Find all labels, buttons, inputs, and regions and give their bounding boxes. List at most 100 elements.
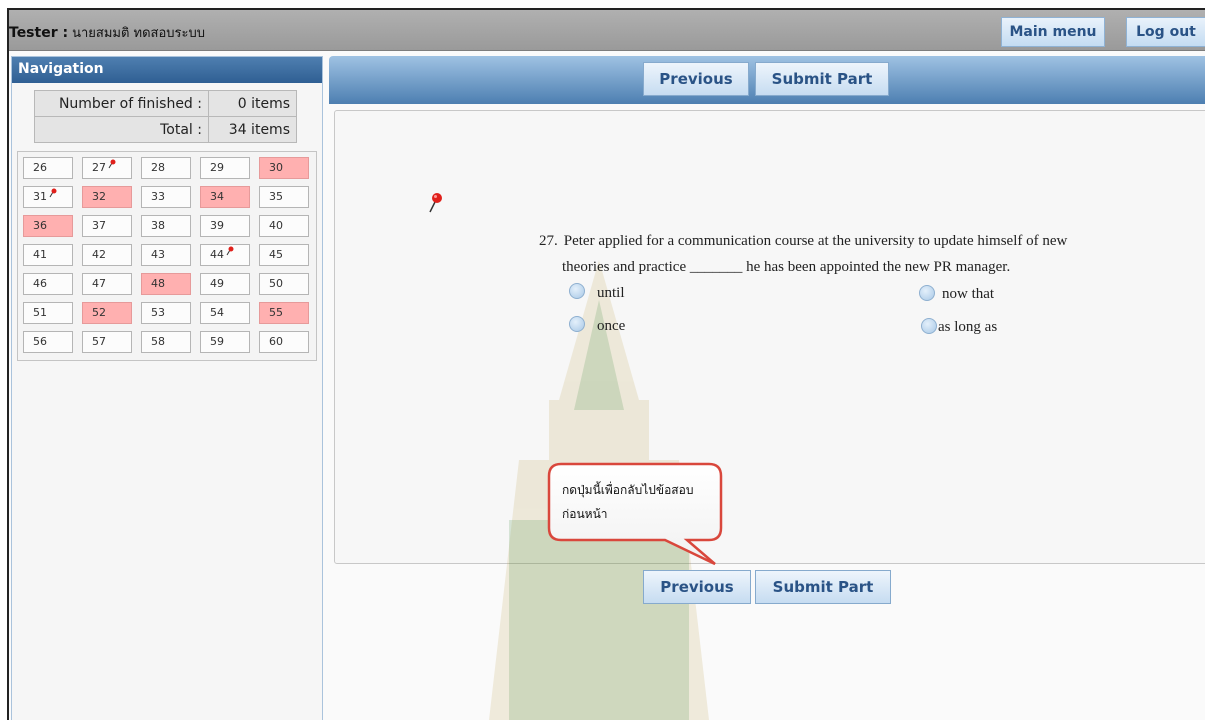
question-cell-52[interactable]: 52 [82,302,132,324]
question-cell-60[interactable]: 60 [259,331,309,353]
progress-summary: Number of finished : 0 items Total : 34 … [34,90,297,143]
question-cell-number: 41 [33,248,47,261]
question-cell-54[interactable]: 54 [200,302,250,324]
main-menu-button[interactable]: Main menu [1001,17,1105,47]
tester-label: Tester : [9,25,69,41]
question-cell-28[interactable]: 28 [141,157,191,179]
finished-value: 0 items [208,90,297,117]
question-line-2: theories and practice _______ he has bee… [562,259,1011,275]
question-cell-number: 43 [151,248,165,261]
question-cell-48[interactable]: 48 [141,273,191,295]
question-cell-number: 46 [33,277,47,290]
exam-window: Tester : นายสมมติ ทดสอบระบบ Main menu Log… [7,8,1205,720]
question-cell-number: 57 [92,335,106,348]
question-cell-57[interactable]: 57 [82,331,132,353]
question-cell-number: 26 [33,161,47,174]
question-cell-53[interactable]: 53 [141,302,191,324]
question-cell-49[interactable]: 49 [200,273,250,295]
question-cell-number: 31 [33,190,47,203]
question-cell-number: 27 [92,161,106,174]
tester-info: Tester : นายสมมติ ทดสอบระบบ [9,22,205,43]
question-cell-45[interactable]: 45 [259,244,309,266]
option-d-label: as long as [938,319,998,335]
question-cell-number: 52 [92,306,106,319]
log-out-button[interactable]: Log out [1126,17,1205,47]
question-cell-34[interactable]: 34 [200,186,250,208]
question-cell-number: 60 [269,335,283,348]
flag-pin-icon [226,246,234,256]
tester-name: นายสมมติ ทดสอบระบบ [72,26,206,41]
question-cell-number: 59 [210,335,224,348]
navigation-title: Navigation [12,57,322,83]
question-cell-27[interactable]: 27 [82,157,132,179]
submit-part-button-bottom[interactable]: Submit Part [755,570,891,604]
question-cell-38[interactable]: 38 [141,215,191,237]
question-cell-29[interactable]: 29 [200,157,250,179]
flag-pin-icon[interactable] [427,192,447,216]
question-cell-46[interactable]: 46 [23,273,73,295]
question-cell-39[interactable]: 39 [200,215,250,237]
question-cell-number: 32 [92,190,106,203]
question-cell-44[interactable]: 44 [200,244,250,266]
option-a-radio[interactable] [569,283,585,299]
option-b-radio[interactable] [919,285,935,301]
question-cell-33[interactable]: 33 [141,186,191,208]
question-cell-43[interactable]: 43 [141,244,191,266]
question-cell-number: 55 [269,306,283,319]
question-cell-41[interactable]: 41 [23,244,73,266]
question-cell-35[interactable]: 35 [259,186,309,208]
question-cell-number: 45 [269,248,283,261]
question-cell-55[interactable]: 55 [259,302,309,324]
hint-callout-text: กดปุ่มนี้เพื่อกลับไปข้อสอบ ก่อนหน้า [562,478,693,526]
question-cell-number: 54 [210,306,224,319]
question-cell-37[interactable]: 37 [82,215,132,237]
question-cell-number: 36 [33,219,47,232]
flag-pin-icon [108,159,116,169]
question-grid: 26 27 28 29 30 31 32 33 34 35 36 37 38 39 40 41 42 43 44 45… [17,151,317,361]
question-cell-number: 49 [210,277,224,290]
question-cell-number: 29 [210,161,224,174]
question-cell-number: 33 [151,190,165,203]
question-cell-47[interactable]: 47 [82,273,132,295]
question-cell-number: 35 [269,190,283,203]
question-cell-59[interactable]: 59 [200,331,250,353]
question-cell-51[interactable]: 51 [23,302,73,324]
flag-pin-icon [49,188,57,198]
question-cell-31[interactable]: 31 [23,186,73,208]
question-cell-number: 30 [269,161,283,174]
question-cell-36[interactable]: 36 [23,215,73,237]
question-cell-number: 34 [210,190,224,203]
question-cell-number: 50 [269,277,283,290]
previous-button-top[interactable]: Previous [643,62,749,96]
question-cell-58[interactable]: 58 [141,331,191,353]
question-cell-40[interactable]: 40 [259,215,309,237]
option-c-radio[interactable] [569,316,585,332]
option-c-label: once [597,318,626,334]
question-cell-30[interactable]: 30 [259,157,309,179]
question-cell-number: 42 [92,248,106,261]
hint-line-2: ก่อนหน้า [562,507,608,521]
question-cell-number: 38 [151,219,165,232]
question-cell-32[interactable]: 32 [82,186,132,208]
question-cell-26[interactable]: 26 [23,157,73,179]
hint-line-1: กดปุ่มนี้เพื่อกลับไปข้อสอบ [562,483,694,497]
question-line-1: Peter applied for a communication course… [563,233,1068,249]
question-cell-number: 44 [210,248,224,261]
question-cell-56[interactable]: 56 [23,331,73,353]
previous-button-bottom[interactable]: Previous [643,570,751,604]
submit-part-button-top[interactable]: Submit Part [755,62,889,96]
question-number: 27. [539,233,558,249]
question-cell-number: 53 [151,306,165,319]
question-cell-number: 56 [33,335,47,348]
question-text: 27. Peter applied for a communication cou… [539,228,1199,280]
question-cell-42[interactable]: 42 [82,244,132,266]
question-cell-number: 58 [151,335,165,348]
question-cell-50[interactable]: 50 [259,273,309,295]
finished-label: Number of finished : [34,90,209,117]
question-cell-number: 48 [151,277,165,290]
question-cell-number: 47 [92,277,106,290]
option-d-radio[interactable] [921,318,937,334]
option-b-label: now that [942,286,995,302]
navigation-panel: Navigation Number of finished : 0 items … [11,56,323,720]
question-cell-number: 40 [269,219,283,232]
